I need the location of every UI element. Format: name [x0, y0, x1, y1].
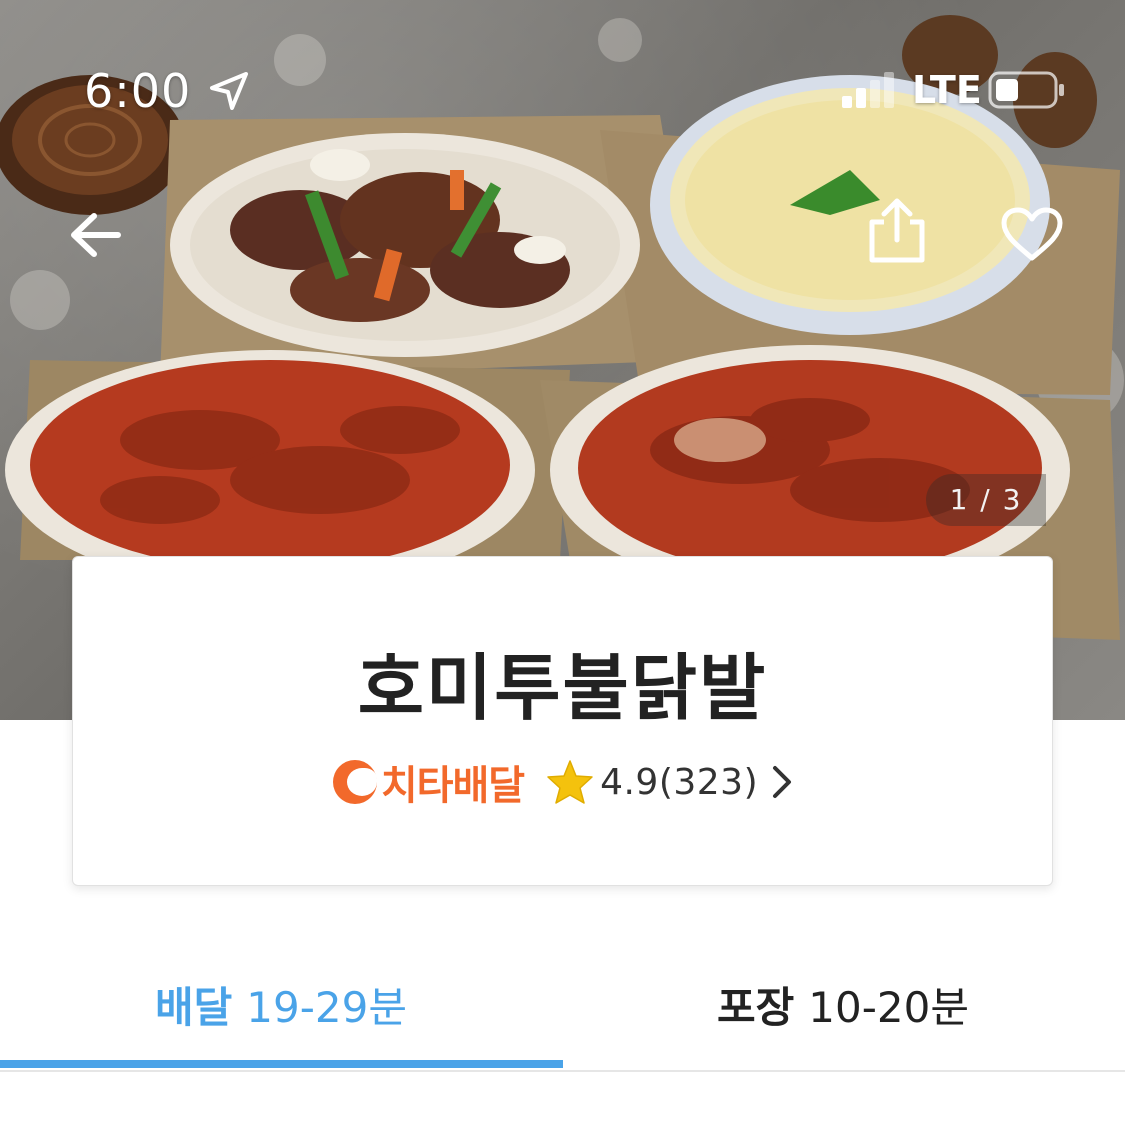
location-arrow-icon [210, 72, 248, 110]
chevron-right-icon [773, 766, 792, 798]
rating-link[interactable]: 4.9(323) [546, 759, 792, 805]
cheetah-delivery-badge: 치타배달 [332, 753, 525, 811]
battery-icon [988, 71, 1064, 109]
order-type-tabs: 배달 19-29분 포장 10-20분 [0, 940, 1125, 1072]
cheetah-delivery-label: 치타배달 [380, 763, 525, 809]
store-info-card: 호미투불닭발 치타배달 4.9(323) [72, 556, 1053, 886]
network-type: LTE [912, 68, 982, 112]
cellular-signal-icon [842, 72, 894, 108]
arrow-left-icon[interactable] [68, 210, 124, 260]
tab-delivery-time: 19-29분 [246, 982, 407, 1032]
tab-divider [0, 1070, 1125, 1072]
tab-delivery-label: 배달 [155, 982, 233, 1032]
heart-outline-icon[interactable] [1000, 206, 1064, 264]
store-name: 호미투불닭발 [357, 646, 768, 730]
photo-counter: 1 / 3 [926, 474, 1046, 526]
star-icon [547, 760, 593, 804]
tab-delivery[interactable]: 배달 19-29분 [0, 940, 562, 1068]
store-badges: 치타배달 4.9(323) [73, 753, 1052, 811]
status-time: 6:00 [84, 64, 192, 118]
cheetah-icon [332, 760, 377, 804]
tab-pickup-time: 10-20분 [808, 982, 969, 1032]
share-icon[interactable] [862, 196, 932, 266]
active-tab-indicator [0, 1060, 563, 1068]
rating-value: 4.9(323) [600, 761, 759, 803]
tab-pickup[interactable]: 포장 10-20분 [562, 940, 1124, 1068]
tab-pickup-label: 포장 [717, 982, 795, 1032]
